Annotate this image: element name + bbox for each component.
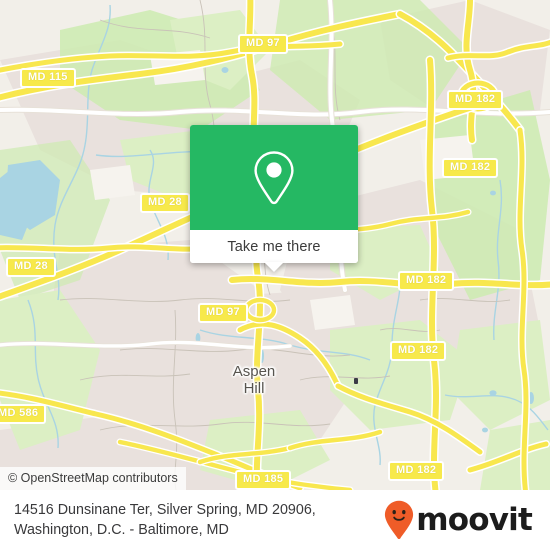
road-shield: MD 28 [6,257,56,277]
take-me-there-label: Take me there [227,238,321,255]
address-line-2: Washington, D.C. - Baltimore, MD [14,522,229,538]
road-shield: MD 28 [140,193,190,213]
map-pin-icon [251,149,297,207]
popup-card-tail [264,262,284,272]
road-shield: MD 586 [0,404,47,424]
road-shield: MD 185 [235,470,292,490]
moovit-smiley-pin-icon [384,500,414,540]
road-shield: MD 182 [398,271,455,291]
address-line-1: 14516 Dunsinane Ter, Silver Spring, MD 2… [14,502,316,518]
road-shield: MD 115 [20,68,76,88]
moovit-wordmark: moovit [416,501,533,538]
poi-marker-dot [354,378,358,384]
moovit-map-screen: .park { fill:#cdebb0; } .park2 { fill:#d… [0,0,550,550]
road-shield: MD 97 [198,303,248,323]
destination-popup-card[interactable]: Take me there [190,125,358,272]
popup-card-header [190,125,358,230]
road-shield: MD 182 [447,90,504,110]
osm-attribution[interactable]: © OpenStreetMap contributors [0,467,186,490]
road-shield: MD 182 [390,341,447,361]
moovit-logo[interactable]: moovit [384,500,533,540]
road-shield: MD 182 [442,158,499,178]
road-shield: MD 97 [238,34,288,54]
popup-card-footer[interactable]: Take me there [190,230,358,272]
footer-bar: 14516 Dunsinane Ter, Silver Spring, MD 2… [0,490,550,550]
address-block: 14516 Dunsinane Ter, Silver Spring, MD 2… [14,500,316,540]
map-canvas[interactable]: .park { fill:#cdebb0; } .park2 { fill:#d… [0,0,550,490]
road-shield: MD 182 [388,461,445,481]
